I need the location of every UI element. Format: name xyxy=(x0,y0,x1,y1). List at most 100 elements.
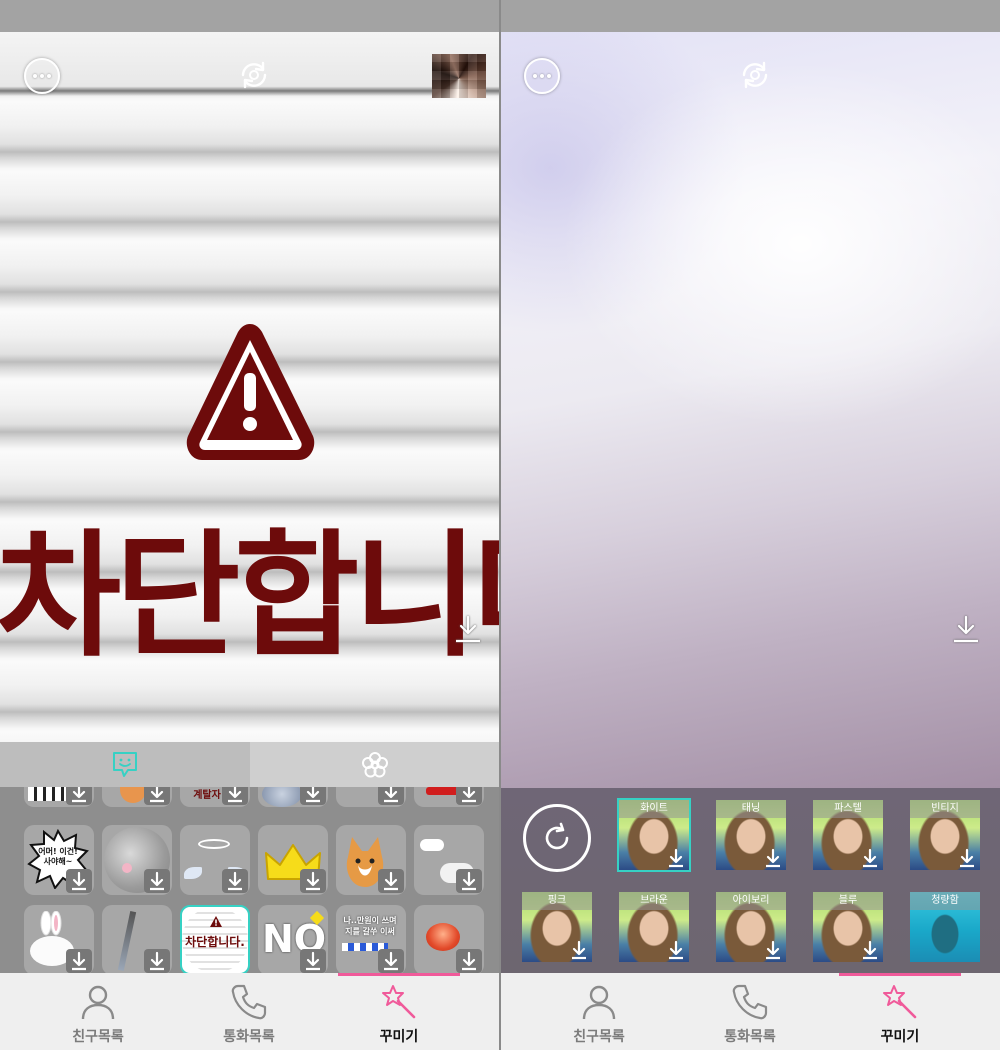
more-options-button[interactable] xyxy=(24,58,60,94)
person-icon xyxy=(81,985,115,1020)
sticker-item[interactable] xyxy=(258,787,328,807)
filter-ivory[interactable]: 아이보리 xyxy=(716,892,786,962)
sticker-item[interactable] xyxy=(414,905,484,973)
nav-item-friends[interactable]: 친구목록 xyxy=(15,973,181,1050)
sticker-download-badge[interactable] xyxy=(222,787,248,805)
switch-camera-icon[interactable] xyxy=(737,57,773,93)
sticker-download-badge[interactable] xyxy=(378,787,404,805)
sticker-download-badge[interactable] xyxy=(456,949,482,973)
sticker-download-badge[interactable] xyxy=(144,787,170,805)
nav-label: 통화목록 xyxy=(223,1029,275,1045)
magic-wand-icon xyxy=(883,985,917,1019)
sticker-item[interactable] xyxy=(258,825,328,895)
sticker-download-badge[interactable] xyxy=(456,869,482,893)
active-tab-indicator xyxy=(338,973,460,976)
sticker-download-badge[interactable] xyxy=(300,787,326,805)
filter-pastel[interactable]: 파스텔 xyxy=(813,800,883,870)
my-video-thumbnail[interactable] xyxy=(432,54,486,98)
filter-download-badge[interactable] xyxy=(566,938,592,962)
sticker-item[interactable] xyxy=(180,825,250,895)
filter-download-badge[interactable] xyxy=(954,846,980,870)
sticker-item[interactable] xyxy=(336,787,406,807)
chat-sticker-icon xyxy=(113,751,137,777)
sticker-download-badge[interactable] xyxy=(456,787,482,805)
sticker-item[interactable] xyxy=(24,787,94,807)
warning-icon xyxy=(210,916,222,927)
sticker-item[interactable] xyxy=(336,825,406,895)
magic-wand-icon xyxy=(382,985,416,1019)
sticker-item[interactable] xyxy=(24,905,94,973)
sticker-download-badge[interactable] xyxy=(222,869,248,893)
tab-effect[interactable] xyxy=(250,742,499,787)
sticker-item[interactable] xyxy=(414,825,484,895)
dot-icon xyxy=(47,74,51,78)
sticker-art xyxy=(426,923,460,951)
filter-pink[interactable]: 핑크 xyxy=(522,892,592,962)
filter-download-badge[interactable] xyxy=(760,938,786,962)
sticker-download-badge[interactable] xyxy=(66,787,92,805)
sticker-item[interactable]: NO xyxy=(258,905,328,973)
sticker-item[interactable] xyxy=(414,787,484,807)
nav-item-decorate[interactable]: 꾸미기 xyxy=(316,973,482,1050)
filter-blue[interactable]: 블루 xyxy=(813,892,883,962)
sticker-item[interactable]: 나..만원이 쓰며 지를 갈쑤 이써 xyxy=(336,905,406,973)
sticker-download-badge[interactable] xyxy=(300,949,326,973)
sticker-item[interactable]: 어머! 이건! 사야해~ xyxy=(24,825,94,895)
filter-fresh[interactable]: 청량함 xyxy=(910,892,980,962)
reset-filter-button[interactable] xyxy=(523,804,591,872)
sticker-art xyxy=(262,787,302,807)
filter-download-badge[interactable] xyxy=(857,846,883,870)
sticker-item[interactable] xyxy=(102,787,172,807)
sticker-download-badge[interactable] xyxy=(144,869,170,893)
sticker-download-badge[interactable] xyxy=(378,869,404,893)
sticker-item-selected[interactable]: 차단합니다. xyxy=(180,905,250,973)
active-tab-indicator xyxy=(839,973,961,976)
sticker-download-badge[interactable] xyxy=(144,949,170,973)
filter-download-badge[interactable] xyxy=(760,846,786,870)
filter-grid: 화이트 태닝 파스텔 빈티지 핑크 브라운 아이보리 블루 청량함 xyxy=(501,788,1000,973)
more-options-button[interactable] xyxy=(524,58,560,94)
nav-label: 꾸미기 xyxy=(379,1029,419,1045)
nav-item-decorate[interactable]: 꾸미기 xyxy=(817,973,983,1050)
speech-burst-text: 어머! 이건! 사야해~ xyxy=(38,847,78,866)
filter-brown[interactable]: 브라운 xyxy=(619,892,689,962)
filter-white[interactable]: 화이트 xyxy=(617,798,691,872)
bottom-nav: 친구목록 통화목록 꾸미기 xyxy=(501,973,1000,1050)
download-icon[interactable] xyxy=(454,614,482,644)
filter-vintage[interactable]: 빈티지 xyxy=(910,800,980,870)
dot-icon xyxy=(533,74,537,78)
filter-download-badge[interactable] xyxy=(663,938,689,962)
switch-camera-icon[interactable] xyxy=(236,57,272,93)
filter-label: 아이보리 xyxy=(716,892,786,910)
filter-tanning[interactable]: 태닝 xyxy=(716,800,786,870)
filter-label: 블루 xyxy=(813,892,883,910)
refresh-icon xyxy=(545,822,569,850)
filter-download-badge[interactable] xyxy=(857,938,883,962)
board-sticker-text: 나..만원이 쓰며 지를 갈쑤 이써 xyxy=(343,916,397,936)
filter-screen: 화이트 태닝 파스텔 빈티지 핑크 브라운 아이보리 블루 청량함 친구목록 통… xyxy=(501,0,1000,1050)
halo-art xyxy=(198,839,230,849)
filter-download-badge[interactable] xyxy=(663,846,689,870)
sticker-item[interactable]: 계탈자 xyxy=(180,787,250,807)
nav-item-calls[interactable]: 통화목록 xyxy=(667,973,833,1050)
download-icon[interactable] xyxy=(952,614,980,644)
sticker-download-badge[interactable] xyxy=(66,949,92,973)
filter-label: 파스텔 xyxy=(813,800,883,818)
selected-sticker-text: 차단합니다. xyxy=(185,935,245,949)
warning-icon xyxy=(186,324,315,460)
nav-item-calls[interactable]: 통화목록 xyxy=(166,973,332,1050)
sticker-download-badge[interactable] xyxy=(66,869,92,893)
sticker-item[interactable] xyxy=(102,825,172,895)
filter-label: 핑크 xyxy=(522,892,592,910)
sticker-download-badge[interactable] xyxy=(300,869,326,893)
status-bar xyxy=(501,0,1000,32)
tab-sticker[interactable] xyxy=(0,742,250,787)
nav-label: 통화목록 xyxy=(724,1029,776,1045)
filter-preview-background xyxy=(501,32,1000,788)
filter-label: 화이트 xyxy=(619,800,689,818)
sticker-download-badge[interactable] xyxy=(378,949,404,973)
sticker-screen: 차단합니다. 계탈자 xyxy=(0,0,499,1050)
phone-icon xyxy=(231,984,267,1020)
sticker-item[interactable] xyxy=(102,905,172,973)
nav-item-friends[interactable]: 친구목록 xyxy=(516,973,682,1050)
